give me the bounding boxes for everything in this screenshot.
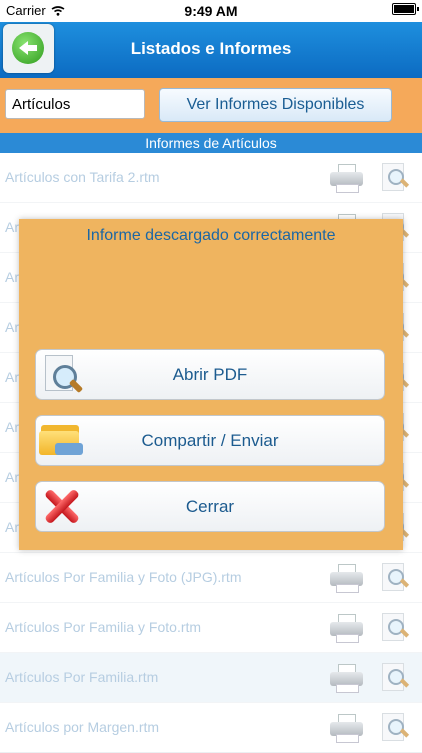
battery-group <box>392 3 419 15</box>
open-pdf-label: Abrir PDF <box>172 365 248 384</box>
close-button[interactable]: Cerrar <box>35 481 385 532</box>
close-label: Cerrar <box>185 497 235 516</box>
open-pdf-button[interactable]: Abrir PDF <box>35 349 385 400</box>
share-button[interactable]: Compartir / Enviar <box>35 415 385 466</box>
category-select[interactable]: Artículos <box>5 89 145 119</box>
toolbar: Artículos Ver Informes Disponibles <box>0 78 422 133</box>
battery-icon <box>392 3 419 15</box>
dialog-message: Informe descargado correctamente <box>86 227 336 244</box>
share-label: Compartir / Enviar <box>141 431 279 450</box>
download-dialog: Informe descargado correctamente Abrir P… <box>19 219 403 550</box>
page-title: Listados e Informes <box>130 39 292 58</box>
section-title: Informes de Artículos <box>0 133 422 153</box>
view-reports-button[interactable]: Ver Informes Disponibles <box>159 88 392 122</box>
status-bar: Carrier 9:49 AM <box>0 0 422 22</box>
app-header: Listados e Informes <box>0 22 422 78</box>
status-time: 9:49 AM <box>184 3 238 19</box>
